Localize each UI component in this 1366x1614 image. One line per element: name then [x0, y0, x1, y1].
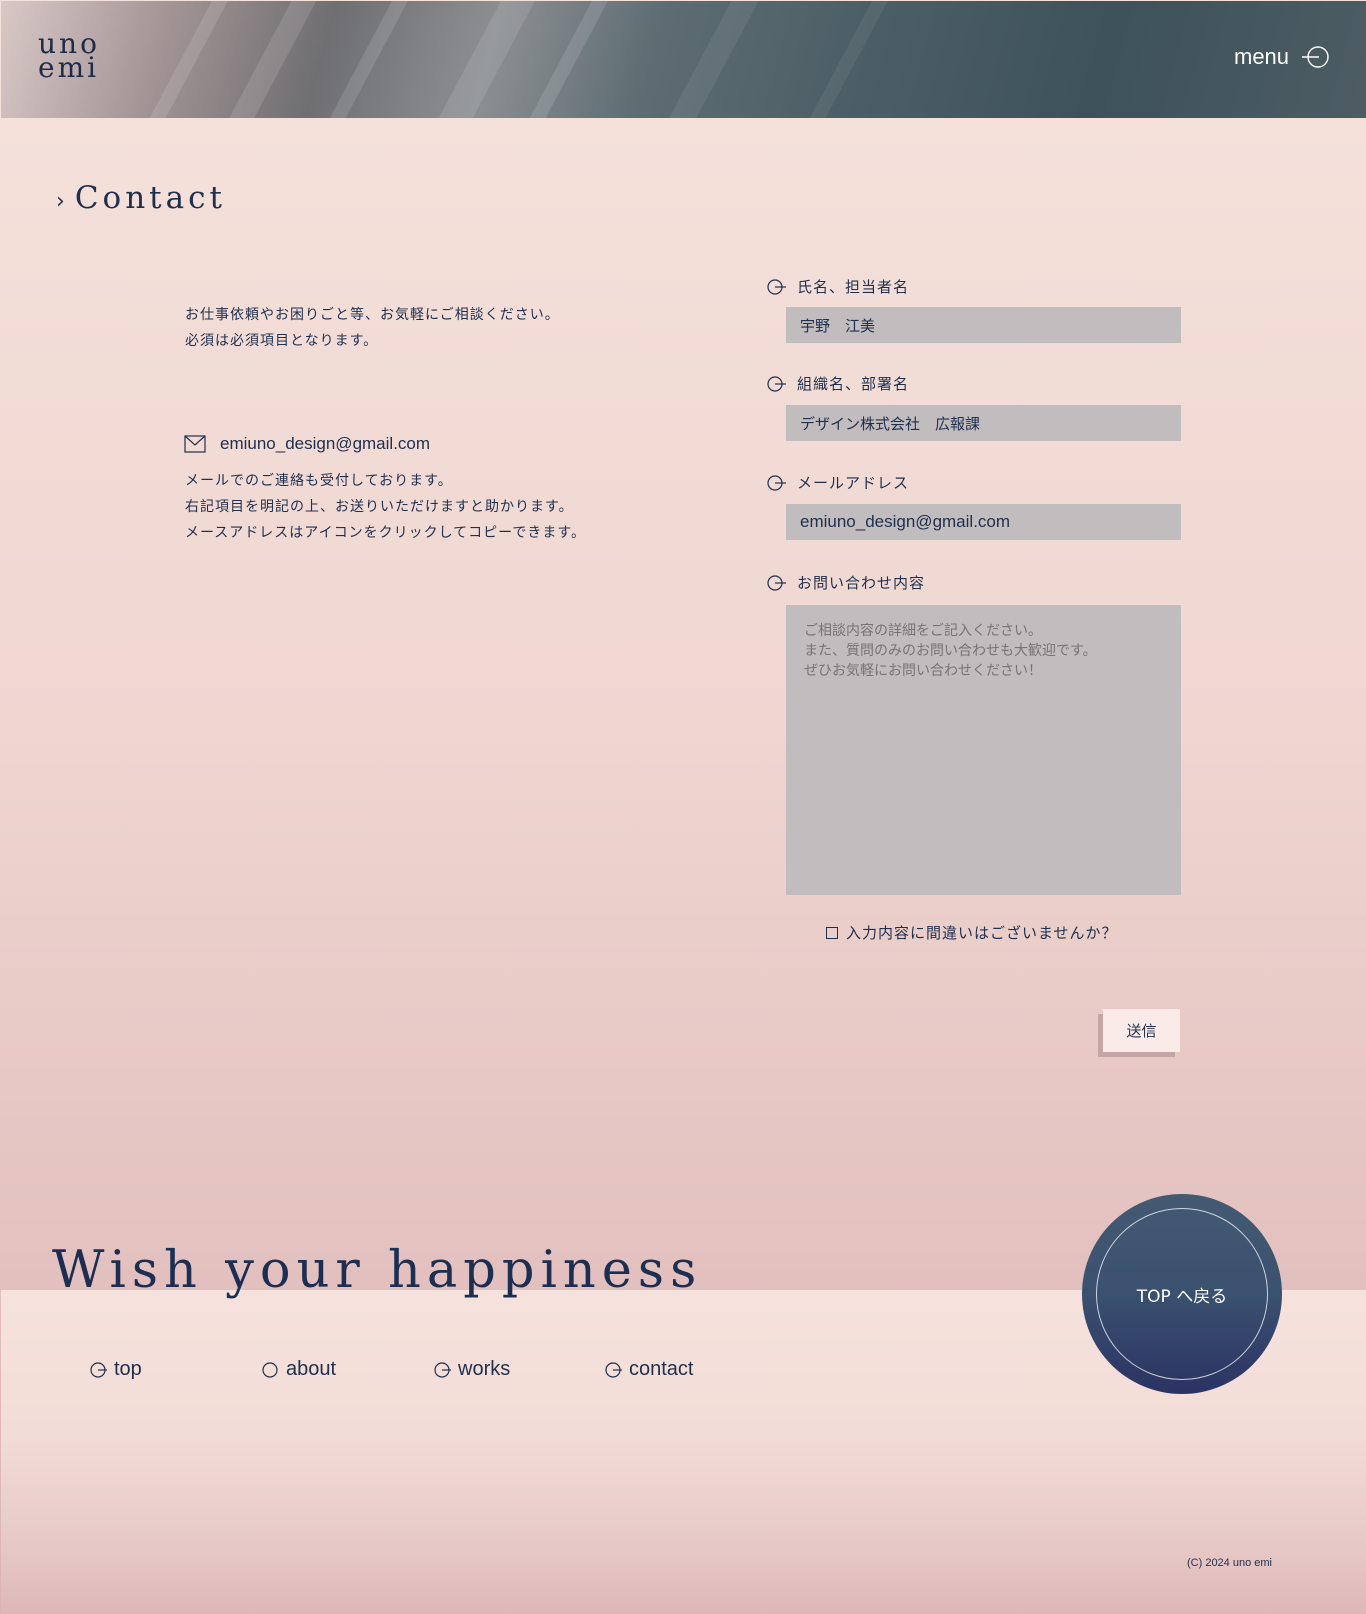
note-line: 右記項目を明記の上、お送りいただけますと助かります。 — [185, 499, 574, 515]
site-logo[interactable]: uno emi — [38, 30, 108, 84]
circle-arrow-icon — [767, 474, 786, 491]
footer-tagline: Wish your happiness — [52, 1241, 703, 1300]
intro-line: 必須は必須項目となります。 — [185, 333, 379, 349]
circle-arrow-icon — [1302, 46, 1329, 68]
footer-nav-works[interactable]: works — [434, 1358, 510, 1381]
back-to-top-label: TOP へ戻る — [1136, 1286, 1228, 1307]
email-copy-row[interactable]: emiuno_design@gmail.com — [184, 434, 430, 454]
message-field[interactable] — [786, 605, 1181, 895]
copyright: (C) 2024 uno emi — [1187, 1557, 1272, 1569]
confirm-checkbox[interactable] — [826, 926, 838, 939]
footer-nav-label: works — [458, 1358, 511, 1380]
name-field[interactable] — [786, 307, 1181, 343]
contact-intro: お仕事依頼やお困りごと等、お気軽にご相談ください。 必須は必須項目となります。 — [185, 302, 560, 354]
email-label: メールアドレス — [767, 472, 909, 493]
circle-arrow-icon — [434, 1361, 451, 1378]
org-label: 組織名、部署名 — [767, 373, 909, 394]
note-line: メースアドレスはアイコンをクリックしてコピーできます。 — [185, 525, 586, 541]
circle-arrow-icon — [90, 1361, 107, 1378]
menu-label: menu — [1234, 44, 1290, 69]
circle-icon — [262, 1361, 278, 1378]
org-label-text: 組織名、部署名 — [797, 375, 910, 393]
circle-arrow-icon — [767, 375, 786, 392]
intro-line: お仕事依頼やお困りごと等、お気軽にご相談ください。 — [185, 307, 560, 323]
name-label: 氏名、担当者名 — [767, 276, 909, 297]
footer-nav-about[interactable]: about — [262, 1358, 336, 1381]
submit-label: 送信 — [1126, 1022, 1157, 1040]
contact-email[interactable]: emiuno_design@gmail.com — [220, 434, 430, 454]
footer-nav-top[interactable]: top — [90, 1358, 142, 1381]
confirm-row[interactable]: 入力内容に間違いはございませんか？ — [826, 922, 1118, 943]
organization-field[interactable] — [786, 405, 1181, 441]
circle-arrow-icon — [767, 278, 786, 295]
back-to-top-button[interactable]: TOP へ戻る — [1082, 1194, 1282, 1394]
name-label-text: 氏名、担当者名 — [797, 278, 910, 296]
site-header — [1, 1, 1366, 118]
email-label-text: メールアドレス — [797, 474, 910, 492]
footer-nav-label: contact — [629, 1358, 694, 1380]
note-line: メールでのご連絡も受付しております。 — [185, 473, 453, 489]
page-title-text: Contact — [74, 180, 226, 216]
circle-arrow-icon — [767, 574, 786, 591]
footer-nav-contact[interactable]: contact — [605, 1358, 693, 1381]
message-label: お問い合わせ内容 — [767, 572, 925, 593]
page-title: › Contact — [56, 180, 226, 216]
message-label-text: お問い合わせ内容 — [797, 574, 926, 592]
footer-nav-label: top — [114, 1358, 142, 1380]
confirm-label: 入力内容に間違いはございませんか？ — [846, 924, 1118, 942]
chevron-right-icon: › — [56, 189, 69, 214]
circle-arrow-icon — [605, 1361, 622, 1378]
email-field[interactable] — [786, 504, 1181, 540]
email-note: メールでのご連絡も受付しております。 右記項目を明記の上、お送りいただけますと助… — [185, 468, 586, 546]
menu-button[interactable]: menu — [1234, 44, 1331, 70]
logo-bottom-text: emi — [38, 51, 100, 84]
submit-button[interactable]: 送信 — [1103, 1009, 1180, 1052]
footer-nav-label: about — [286, 1358, 337, 1380]
mail-icon[interactable] — [184, 435, 206, 453]
